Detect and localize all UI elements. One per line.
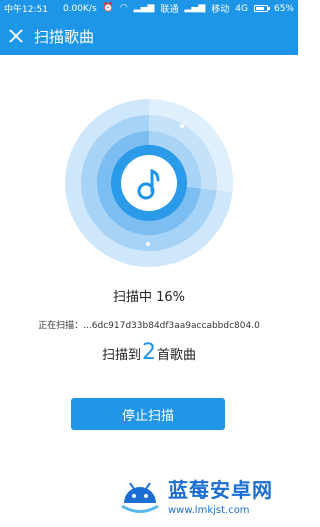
- watermark-url: www.lmkjst.com: [168, 505, 250, 516]
- scanning-label: 正在扫描：: [38, 321, 84, 331]
- close-icon: [9, 29, 23, 43]
- found-count: 2: [142, 340, 156, 365]
- scanning-path: 正在扫描：...6dc917d33b84df3aa9accabbdc804.0: [0, 318, 298, 331]
- carrier-2: 移动: [211, 5, 230, 15]
- status-bar: 中午12:51 0.00K/s ⏰ ◠ ▂▄▆ 联通 ▂▄▆ 移动 4G 65%: [0, 0, 298, 17]
- wifi-icon: ◠: [119, 3, 128, 13]
- found-summary: 扫描到 2 首歌曲: [0, 340, 298, 365]
- found-prefix: 扫描到: [101, 348, 141, 363]
- scanning-file: ...6dc917d33b84df3aa9accabbdc804.0: [83, 321, 260, 331]
- title-bar: 扫描歌曲: [0, 17, 298, 55]
- signal-icon-1: ▂▄▆: [133, 3, 155, 13]
- watermark: 蓝莓安卓网 www.lmkjst.com: [118, 467, 294, 523]
- carrier-1: 联通: [160, 5, 179, 15]
- network-type: 4G: [235, 3, 248, 14]
- close-button[interactable]: [0, 17, 32, 55]
- stop-scan-button[interactable]: 停止扫描: [71, 398, 225, 430]
- watermark-title: 蓝莓安卓网: [168, 478, 273, 502]
- android-logo-icon: [121, 482, 159, 513]
- battery-icon: [253, 5, 270, 12]
- scan-radar: [65, 99, 233, 267]
- watermark-text: 蓝莓安卓网 www.lmkjst.com: [168, 474, 273, 516]
- scan-status: 扫描中 16%: [112, 290, 186, 305]
- radar-dot-2: [146, 242, 150, 246]
- signal-icon-2: ▂▄▆: [184, 3, 206, 13]
- radar-dot-1: [180, 124, 184, 128]
- status-time: 中午12:51: [4, 5, 48, 15]
- battery-percent: 65%: [273, 3, 294, 14]
- found-suffix: 首歌曲: [157, 348, 197, 363]
- status-indicators: 0.00K/s ⏰ ◠ ▂▄▆ 联通 ▂▄▆ 移动 4G 65%: [62, 2, 294, 16]
- network-speed: 0.00K/s: [62, 3, 97, 14]
- alarm-icon: ⏰: [102, 3, 114, 13]
- page-title: 扫描歌曲: [34, 27, 95, 46]
- music-badge: [121, 155, 177, 211]
